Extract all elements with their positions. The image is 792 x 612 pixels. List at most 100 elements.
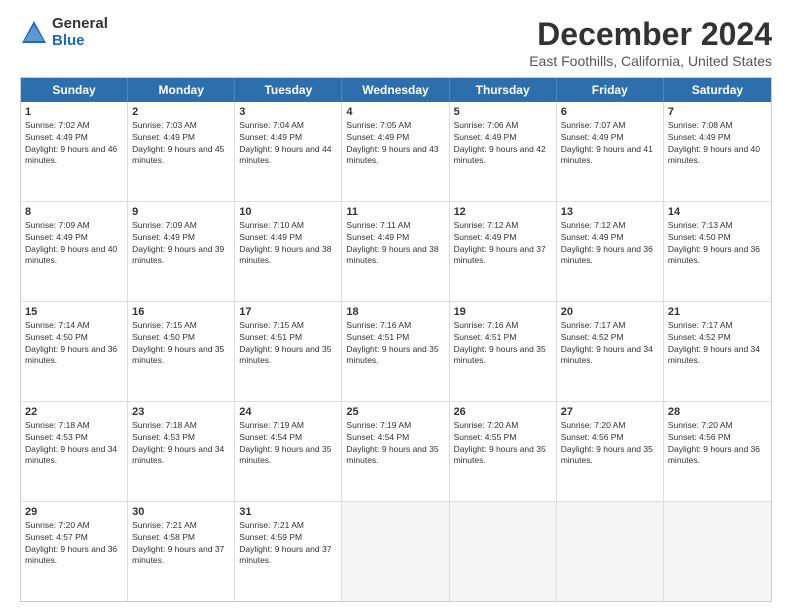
day-info: Sunrise: 7:19 AM Sunset: 4:54 PM Dayligh… <box>346 420 438 465</box>
day-number: 9 <box>132 205 230 219</box>
subtitle: East Foothills, California, United State… <box>529 53 772 69</box>
day-info: Sunrise: 7:14 AM Sunset: 4:50 PM Dayligh… <box>25 320 117 365</box>
day-info: Sunrise: 7:12 AM Sunset: 4:49 PM Dayligh… <box>454 220 546 265</box>
calendar-cell-8: 8Sunrise: 7:09 AM Sunset: 4:49 PM Daylig… <box>21 202 128 301</box>
day-number: 13 <box>561 205 659 219</box>
calendar-cell-21: 21Sunrise: 7:17 AM Sunset: 4:52 PM Dayli… <box>664 302 771 401</box>
day-info: Sunrise: 7:21 AM Sunset: 4:59 PM Dayligh… <box>239 520 331 565</box>
day-info: Sunrise: 7:06 AM Sunset: 4:49 PM Dayligh… <box>454 120 546 165</box>
day-number: 16 <box>132 305 230 319</box>
day-number: 8 <box>25 205 123 219</box>
calendar-header-thursday: Thursday <box>450 78 557 102</box>
calendar-cell-31: 31Sunrise: 7:21 AM Sunset: 4:59 PM Dayli… <box>235 502 342 601</box>
day-number: 31 <box>239 505 337 519</box>
calendar-cell-empty <box>664 502 771 601</box>
day-info: Sunrise: 7:19 AM Sunset: 4:54 PM Dayligh… <box>239 420 331 465</box>
day-number: 22 <box>25 405 123 419</box>
day-info: Sunrise: 7:16 AM Sunset: 4:51 PM Dayligh… <box>346 320 438 365</box>
calendar-cell-12: 12Sunrise: 7:12 AM Sunset: 4:49 PM Dayli… <box>450 202 557 301</box>
main-title: December 2024 <box>529 16 772 53</box>
day-info: Sunrise: 7:16 AM Sunset: 4:51 PM Dayligh… <box>454 320 546 365</box>
calendar-row-4: 22Sunrise: 7:18 AM Sunset: 4:53 PM Dayli… <box>21 401 771 501</box>
day-number: 26 <box>454 405 552 419</box>
day-info: Sunrise: 7:20 AM Sunset: 4:56 PM Dayligh… <box>668 420 760 465</box>
calendar-header-saturday: Saturday <box>664 78 771 102</box>
calendar-row-1: 1Sunrise: 7:02 AM Sunset: 4:49 PM Daylig… <box>21 102 771 201</box>
calendar-cell-4: 4Sunrise: 7:05 AM Sunset: 4:49 PM Daylig… <box>342 102 449 201</box>
calendar-cell-11: 11Sunrise: 7:11 AM Sunset: 4:49 PM Dayli… <box>342 202 449 301</box>
day-number: 14 <box>668 205 767 219</box>
header: General Blue December 2024 East Foothill… <box>20 16 772 69</box>
logo-text: General Blue <box>52 16 108 49</box>
day-number: 21 <box>668 305 767 319</box>
day-info: Sunrise: 7:03 AM Sunset: 4:49 PM Dayligh… <box>132 120 224 165</box>
calendar-header-friday: Friday <box>557 78 664 102</box>
day-info: Sunrise: 7:05 AM Sunset: 4:49 PM Dayligh… <box>346 120 438 165</box>
calendar-cell-14: 14Sunrise: 7:13 AM Sunset: 4:50 PM Dayli… <box>664 202 771 301</box>
calendar-header-wednesday: Wednesday <box>342 78 449 102</box>
day-number: 17 <box>239 305 337 319</box>
calendar-cell-24: 24Sunrise: 7:19 AM Sunset: 4:54 PM Dayli… <box>235 402 342 501</box>
day-number: 28 <box>668 405 767 419</box>
calendar-cell-1: 1Sunrise: 7:02 AM Sunset: 4:49 PM Daylig… <box>21 102 128 201</box>
calendar-body: 1Sunrise: 7:02 AM Sunset: 4:49 PM Daylig… <box>21 102 771 601</box>
calendar-header-monday: Monday <box>128 78 235 102</box>
day-number: 27 <box>561 405 659 419</box>
logo-general: General <box>52 16 108 33</box>
day-number: 30 <box>132 505 230 519</box>
calendar-row-5: 29Sunrise: 7:20 AM Sunset: 4:57 PM Dayli… <box>21 501 771 601</box>
day-number: 3 <box>239 105 337 119</box>
calendar-header-tuesday: Tuesday <box>235 78 342 102</box>
day-info: Sunrise: 7:13 AM Sunset: 4:50 PM Dayligh… <box>668 220 760 265</box>
day-number: 23 <box>132 405 230 419</box>
calendar-cell-5: 5Sunrise: 7:06 AM Sunset: 4:49 PM Daylig… <box>450 102 557 201</box>
calendar-row-3: 15Sunrise: 7:14 AM Sunset: 4:50 PM Dayli… <box>21 301 771 401</box>
day-info: Sunrise: 7:20 AM Sunset: 4:55 PM Dayligh… <box>454 420 546 465</box>
day-number: 7 <box>668 105 767 119</box>
day-number: 10 <box>239 205 337 219</box>
day-number: 24 <box>239 405 337 419</box>
calendar-header-sunday: Sunday <box>21 78 128 102</box>
day-number: 19 <box>454 305 552 319</box>
day-number: 18 <box>346 305 444 319</box>
calendar-cell-22: 22Sunrise: 7:18 AM Sunset: 4:53 PM Dayli… <box>21 402 128 501</box>
day-info: Sunrise: 7:08 AM Sunset: 4:49 PM Dayligh… <box>668 120 760 165</box>
page: General Blue December 2024 East Foothill… <box>0 0 792 612</box>
day-info: Sunrise: 7:04 AM Sunset: 4:49 PM Dayligh… <box>239 120 331 165</box>
calendar-cell-empty <box>450 502 557 601</box>
day-info: Sunrise: 7:09 AM Sunset: 4:49 PM Dayligh… <box>132 220 224 265</box>
calendar: SundayMondayTuesdayWednesdayThursdayFrid… <box>20 77 772 602</box>
day-info: Sunrise: 7:10 AM Sunset: 4:49 PM Dayligh… <box>239 220 331 265</box>
logo-icon <box>20 19 48 47</box>
calendar-cell-empty <box>557 502 664 601</box>
day-number: 6 <box>561 105 659 119</box>
title-area: December 2024 East Foothills, California… <box>529 16 772 69</box>
day-info: Sunrise: 7:02 AM Sunset: 4:49 PM Dayligh… <box>25 120 117 165</box>
calendar-cell-3: 3Sunrise: 7:04 AM Sunset: 4:49 PM Daylig… <box>235 102 342 201</box>
day-number: 25 <box>346 405 444 419</box>
day-number: 15 <box>25 305 123 319</box>
calendar-cell-28: 28Sunrise: 7:20 AM Sunset: 4:56 PM Dayli… <box>664 402 771 501</box>
day-info: Sunrise: 7:20 AM Sunset: 4:57 PM Dayligh… <box>25 520 117 565</box>
day-info: Sunrise: 7:18 AM Sunset: 4:53 PM Dayligh… <box>25 420 117 465</box>
day-number: 4 <box>346 105 444 119</box>
logo: General Blue <box>20 16 108 49</box>
day-info: Sunrise: 7:07 AM Sunset: 4:49 PM Dayligh… <box>561 120 653 165</box>
calendar-cell-7: 7Sunrise: 7:08 AM Sunset: 4:49 PM Daylig… <box>664 102 771 201</box>
day-number: 1 <box>25 105 123 119</box>
day-info: Sunrise: 7:18 AM Sunset: 4:53 PM Dayligh… <box>132 420 224 465</box>
calendar-header: SundayMondayTuesdayWednesdayThursdayFrid… <box>21 78 771 102</box>
day-number: 11 <box>346 205 444 219</box>
calendar-cell-16: 16Sunrise: 7:15 AM Sunset: 4:50 PM Dayli… <box>128 302 235 401</box>
logo-blue: Blue <box>52 33 108 50</box>
day-info: Sunrise: 7:11 AM Sunset: 4:49 PM Dayligh… <box>346 220 438 265</box>
calendar-cell-9: 9Sunrise: 7:09 AM Sunset: 4:49 PM Daylig… <box>128 202 235 301</box>
calendar-cell-empty <box>342 502 449 601</box>
calendar-cell-27: 27Sunrise: 7:20 AM Sunset: 4:56 PM Dayli… <box>557 402 664 501</box>
calendar-cell-26: 26Sunrise: 7:20 AM Sunset: 4:55 PM Dayli… <box>450 402 557 501</box>
day-number: 20 <box>561 305 659 319</box>
day-number: 2 <box>132 105 230 119</box>
calendar-cell-29: 29Sunrise: 7:20 AM Sunset: 4:57 PM Dayli… <box>21 502 128 601</box>
calendar-cell-2: 2Sunrise: 7:03 AM Sunset: 4:49 PM Daylig… <box>128 102 235 201</box>
day-info: Sunrise: 7:20 AM Sunset: 4:56 PM Dayligh… <box>561 420 653 465</box>
